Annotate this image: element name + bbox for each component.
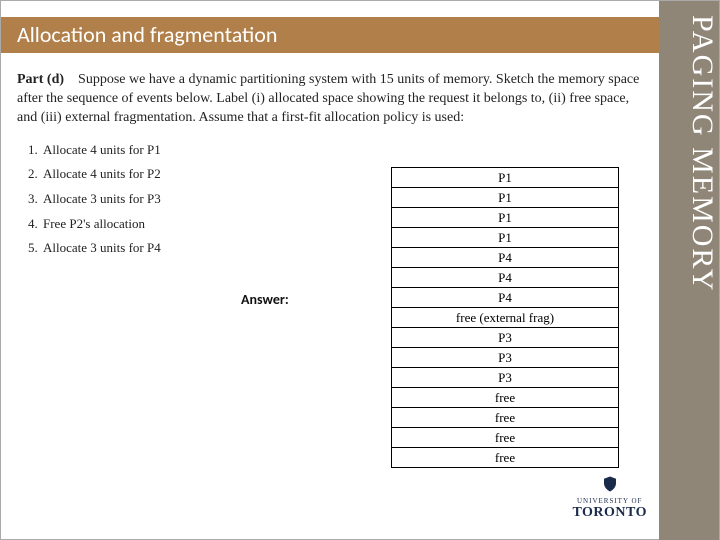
memory-cell: P4 bbox=[392, 268, 619, 288]
memory-cell: P1 bbox=[392, 188, 619, 208]
memory-cell: P3 bbox=[392, 348, 619, 368]
memory-cell: P1 bbox=[392, 228, 619, 248]
memory-cell: free bbox=[392, 428, 619, 448]
step-item: Allocate 4 units for P1 bbox=[41, 138, 651, 163]
memory-cell: P1 bbox=[392, 168, 619, 188]
slide-title-bar: Allocation and fragmentation bbox=[1, 17, 661, 53]
crest-icon bbox=[572, 475, 647, 497]
question-paragraph: Part (d) Suppose we have a dynamic parti… bbox=[17, 71, 651, 128]
memory-cell: free bbox=[392, 408, 619, 428]
memory-cell: free (external frag) bbox=[392, 308, 619, 328]
memory-cell: P1 bbox=[392, 208, 619, 228]
memory-cell: P3 bbox=[392, 328, 619, 348]
chapter-side-tab: PAGING MEMORY bbox=[659, 1, 719, 540]
chapter-label: PAGING MEMORY bbox=[659, 15, 719, 292]
logo-text-top: UNIVERSITY OF bbox=[572, 497, 647, 505]
slide: Allocation and fragmentation PAGING MEMO… bbox=[0, 0, 720, 540]
slide-title: Allocation and fragmentation bbox=[17, 21, 277, 48]
question-text: Suppose we have a dynamic partitioning s… bbox=[17, 72, 639, 125]
university-logo: UNIVERSITY OF TORONTO bbox=[572, 475, 647, 521]
memory-cell: P3 bbox=[392, 368, 619, 388]
memory-cell: P4 bbox=[392, 248, 619, 268]
part-label: Part (d) bbox=[17, 72, 64, 87]
logo-text-bottom: TORONTO bbox=[572, 505, 647, 521]
memory-diagram: P1 P1 P1 P1 P4 P4 P4 free (external frag… bbox=[391, 167, 619, 468]
memory-cell: free bbox=[392, 388, 619, 408]
memory-cell: free bbox=[392, 448, 619, 468]
memory-cell: P4 bbox=[392, 288, 619, 308]
answer-label: Answer: bbox=[241, 291, 289, 308]
